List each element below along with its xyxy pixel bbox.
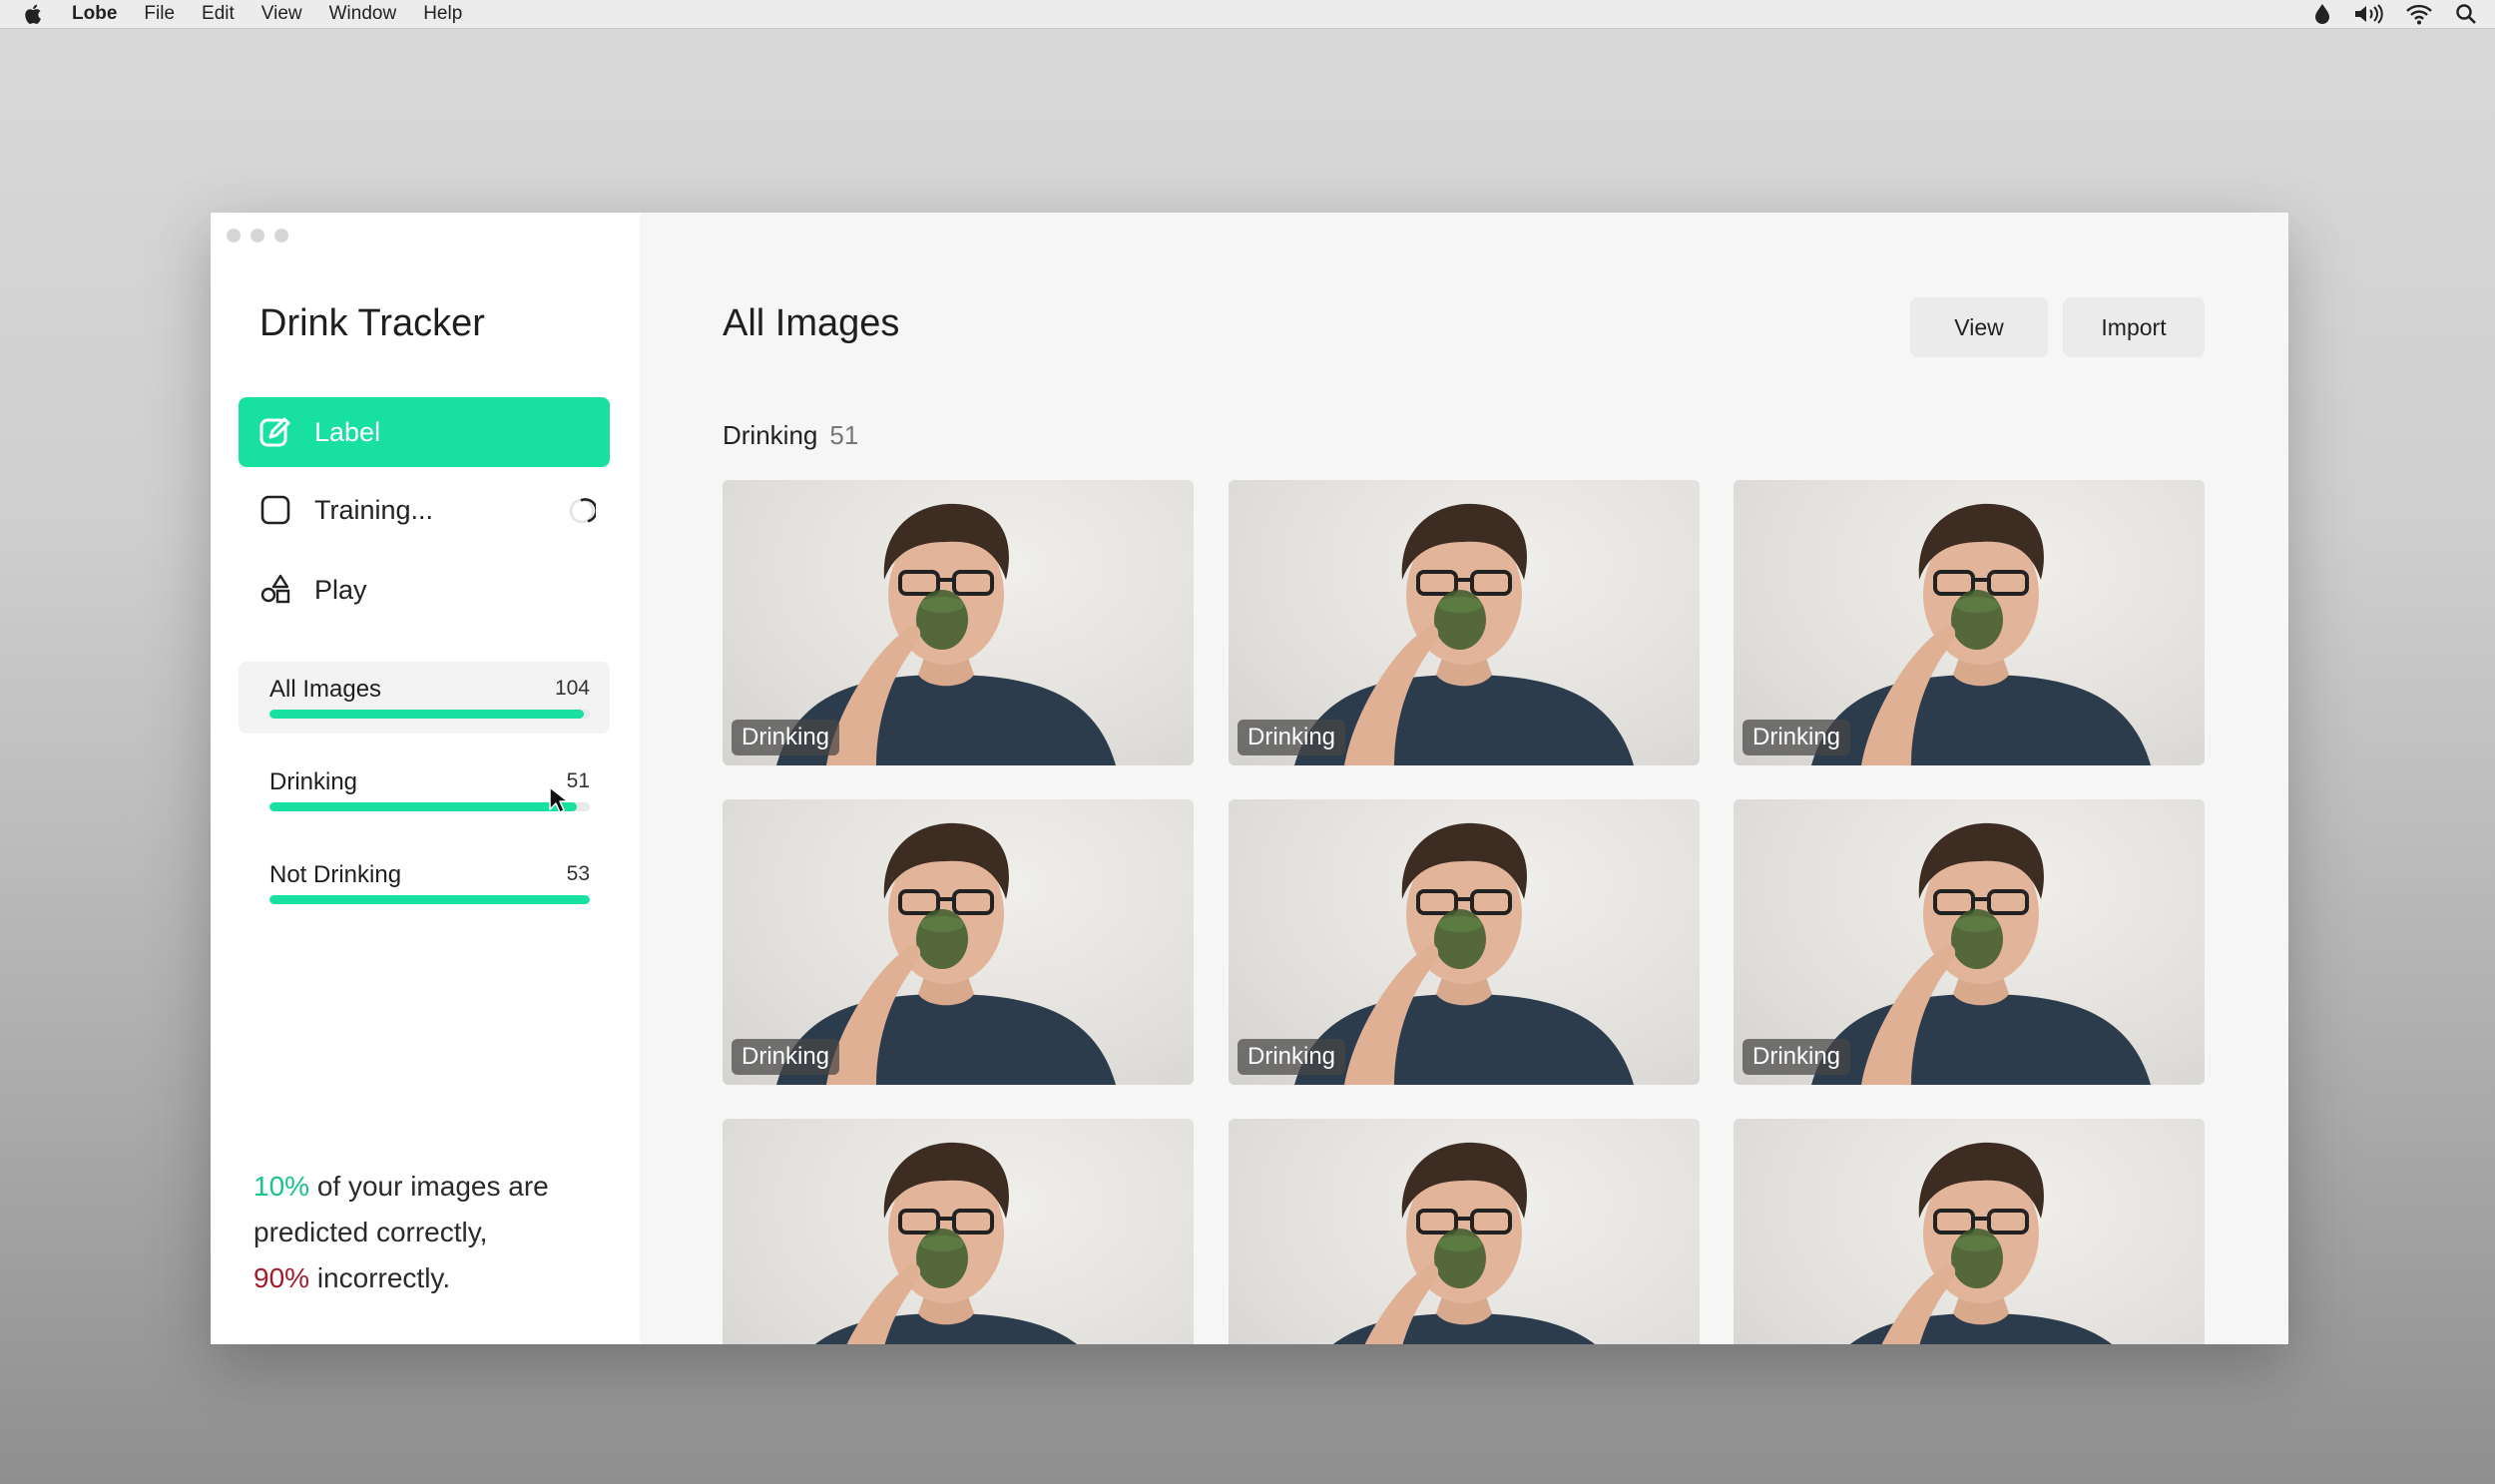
nav-play[interactable]: Play <box>239 555 610 625</box>
view-button[interactable]: View <box>1910 297 2048 357</box>
import-button[interactable]: Import <box>2063 297 2205 357</box>
image-tile[interactable]: Drinking <box>1229 799 1700 1085</box>
main-content: All Images View Import Drinking 51 Drinki… <box>640 213 2288 1344</box>
category-count: 53 <box>566 862 590 885</box>
nav-training[interactable]: Training... <box>239 475 610 545</box>
image-label-tag: Drinking <box>1238 1039 1346 1075</box>
category-name: All Images <box>269 676 382 703</box>
image-tile[interactable] <box>1229 1119 1700 1344</box>
image-tile[interactable]: Drinking <box>723 480 1194 765</box>
category-progress-track <box>269 895 590 904</box>
image-label-tag: Drinking <box>1743 1039 1851 1075</box>
shapes-icon <box>258 573 292 607</box>
sidebar: Drink Tracker Label Training... Play All… <box>211 213 640 1344</box>
edit-icon <box>258 415 292 449</box>
image-label-tag: Drinking <box>732 720 840 755</box>
nav-label-text: Label <box>314 416 381 447</box>
image-tile[interactable]: Drinking <box>723 799 1194 1085</box>
image-label-tag: Drinking <box>1238 720 1346 755</box>
prediction-stats: 10% of your images are predicted correct… <box>253 1164 613 1301</box>
person-drinking-photo <box>1849 1142 2113 1344</box>
volume-icon[interactable] <box>2353 3 2383 25</box>
window-controls <box>227 229 288 243</box>
menu-edit[interactable]: Edit <box>202 3 235 25</box>
close-window-button[interactable] <box>227 229 241 243</box>
wifi-icon[interactable] <box>2405 3 2433 25</box>
nav-play-text: Play <box>314 574 367 605</box>
incorrect-percentage: 90% <box>253 1262 310 1293</box>
category-name: Not Drinking <box>269 861 402 888</box>
category-not-drinking[interactable]: Not Drinking 53 <box>239 847 610 919</box>
status-area <box>2313 0 2477 28</box>
image-label-tag: Drinking <box>732 1039 840 1075</box>
menu-app-name[interactable]: Lobe <box>72 3 117 25</box>
page-title: All Images <box>723 302 900 344</box>
menu-help[interactable]: Help <box>423 3 462 25</box>
category-progress-fill <box>269 802 578 811</box>
correct-percentage: 10% <box>253 1171 310 1202</box>
category-progress-fill <box>269 710 584 719</box>
image-tile[interactable] <box>1734 1119 2205 1344</box>
category-progress-fill <box>269 895 590 904</box>
person-drinking-photo <box>814 1142 1078 1344</box>
training-checkbox-icon <box>258 493 292 527</box>
menu-window[interactable]: Window <box>329 3 397 25</box>
search-icon[interactable] <box>2455 3 2477 25</box>
category-progress-track <box>269 710 590 719</box>
menu-view[interactable]: View <box>261 3 302 25</box>
category-count: 104 <box>554 677 590 700</box>
category-progress-track <box>269 802 590 811</box>
image-tile[interactable]: Drinking <box>1734 480 2205 765</box>
section-count: 51 <box>829 420 859 450</box>
nav-label[interactable]: Label <box>239 397 610 467</box>
drop-icon[interactable] <box>2313 3 2331 25</box>
incorrect-text: incorrectly. <box>309 1262 451 1293</box>
image-tile[interactable]: Drinking <box>1734 799 2205 1085</box>
apple-icon[interactable] <box>22 2 46 26</box>
project-title: Drink Tracker <box>259 302 485 344</box>
app-window: Drink Tracker Label Training... Play All… <box>211 213 2288 1344</box>
section-header: Drinking 51 <box>723 420 858 451</box>
category-count: 51 <box>566 769 590 792</box>
category-name: Drinking <box>269 768 358 795</box>
menu-bar: Lobe File Edit View Window Help <box>0 0 2495 29</box>
image-tile[interactable]: Drinking <box>1229 480 1700 765</box>
section-label: Drinking <box>723 420 818 450</box>
person-drinking-photo <box>1332 1142 1596 1344</box>
minimize-window-button[interactable] <box>250 229 264 243</box>
nav-training-text: Training... <box>314 494 434 525</box>
category-all-images[interactable]: All Images 104 <box>239 662 610 734</box>
image-label-tag: Drinking <box>1743 720 1851 755</box>
loading-spinner-icon <box>569 498 596 524</box>
mouse-cursor-icon <box>549 786 569 813</box>
image-tile[interactable] <box>723 1119 1194 1344</box>
menu-file[interactable]: File <box>144 3 175 25</box>
zoom-window-button[interactable] <box>274 229 288 243</box>
